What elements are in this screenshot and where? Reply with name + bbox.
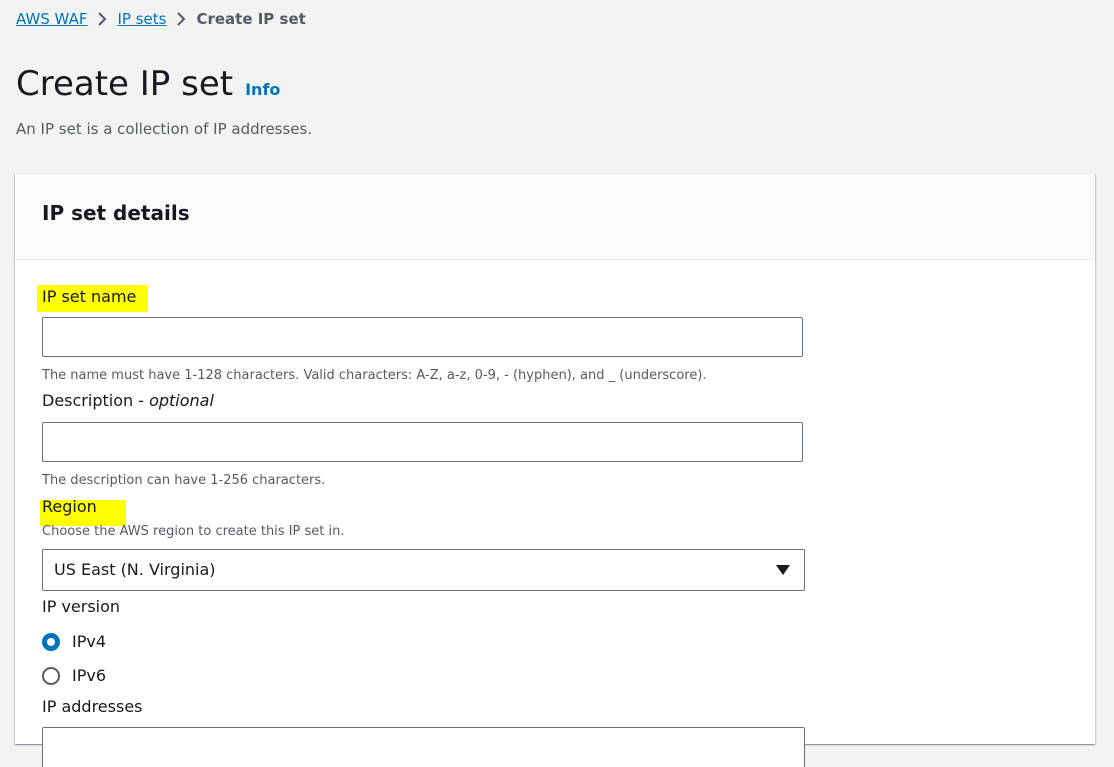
region-select[interactable]: US East (N. Virginia) bbox=[42, 549, 805, 591]
ip-set-name-input[interactable] bbox=[42, 317, 803, 357]
description-label-text: Description - bbox=[42, 391, 150, 410]
ip-set-name-label: IP set name bbox=[42, 287, 137, 306]
page-title: Create IP set bbox=[16, 64, 234, 104]
radio-checked-icon[interactable] bbox=[42, 632, 60, 651]
region-select-value: US East (N. Virginia) bbox=[54, 560, 216, 579]
page-description: An IP set is a collection of IP addresse… bbox=[16, 120, 313, 138]
radio-ipv6-label: IPv6 bbox=[72, 666, 107, 685]
caret-down-icon bbox=[776, 565, 790, 575]
ip-set-details-panel: IP set details IP set name The name must… bbox=[15, 173, 1095, 767]
breadcrumb-current: Create IP set bbox=[196, 10, 306, 28]
panel-title: IP set details bbox=[42, 201, 190, 225]
chevron-right-icon bbox=[87, 12, 117, 26]
ip-version-label: IP version bbox=[42, 597, 121, 616]
region-label: Region bbox=[42, 497, 97, 516]
breadcrumb: AWS WAF IP sets Create IP set bbox=[16, 8, 306, 30]
ip-set-name-hint: The name must have 1-128 characters. Val… bbox=[42, 368, 707, 383]
info-link[interactable]: Info bbox=[245, 80, 280, 99]
ip-addresses-textarea[interactable] bbox=[42, 727, 805, 767]
chevron-right-icon bbox=[166, 12, 196, 26]
breadcrumb-ip-sets-link[interactable]: IP sets bbox=[117, 10, 166, 28]
description-label: Description - optional bbox=[42, 390, 214, 412]
radio-ipv4[interactable]: IPv4 bbox=[42, 632, 106, 651]
breadcrumb-aws-waf-link[interactable]: AWS WAF bbox=[16, 10, 87, 28]
optional-text: optional bbox=[149, 391, 214, 410]
radio-ipv4-label: IPv4 bbox=[72, 632, 107, 651]
panel-header: IP set details bbox=[15, 174, 1095, 260]
radio-unchecked-icon[interactable] bbox=[42, 666, 60, 685]
description-input[interactable] bbox=[42, 422, 803, 462]
radio-ipv6[interactable]: IPv6 bbox=[42, 666, 106, 685]
description-hint: The description can have 1-256 character… bbox=[42, 473, 326, 488]
ip-addresses-label: IP addresses bbox=[42, 697, 143, 716]
page-header: Create IP set Info bbox=[16, 62, 280, 106]
region-hint: Choose the AWS region to create this IP … bbox=[42, 524, 345, 539]
